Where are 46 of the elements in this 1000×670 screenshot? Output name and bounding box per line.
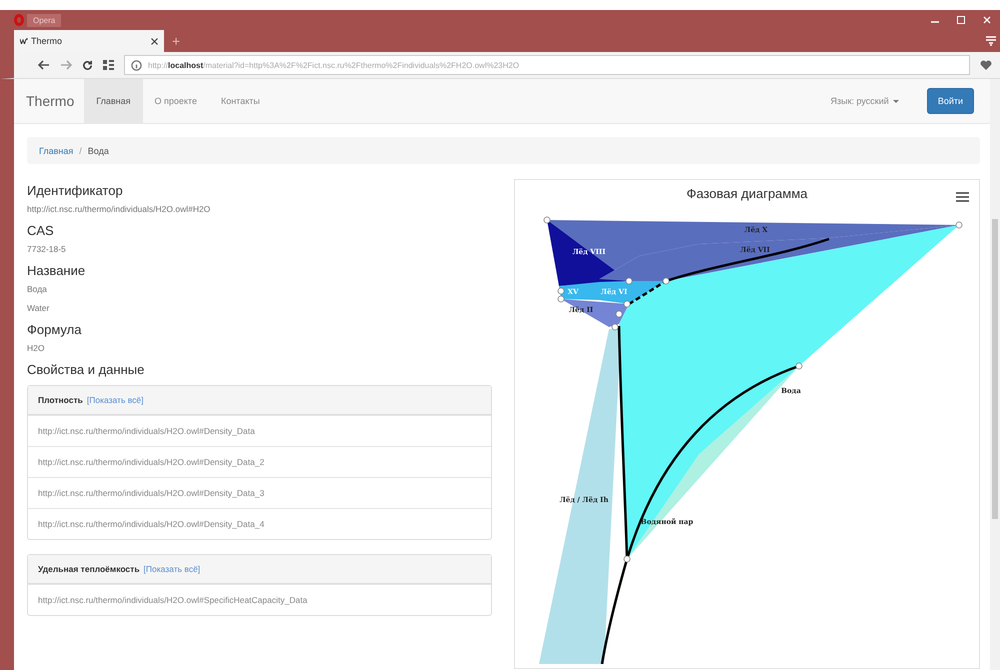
brand-link[interactable]: Thermo <box>26 93 74 109</box>
field-heading: Название <box>27 263 86 278</box>
opera-logo-icon <box>14 14 24 26</box>
scrollbar[interactable] <box>990 79 1000 670</box>
new-tab-button[interactable]: + <box>172 33 180 49</box>
app-label[interactable]: Opera <box>27 14 62 26</box>
browser-tab[interactable]: Thermo <box>14 30 164 52</box>
breadcrumb-link[interactable]: Главная <box>39 146 74 156</box>
section-heading: Свойства и данные <box>27 362 146 377</box>
caret-icon <box>892 100 899 102</box>
data-link[interactable]: http://ict.nsc.ru/thermo/individuals/H2O.owl#SpecificHeatCapacity_Data <box>28 584 491 615</box>
breadcrumb-separator: / <box>79 146 82 156</box>
panel-title: Плотность <box>38 395 83 405</box>
nav-link[interactable]: Главная <box>84 79 142 123</box>
back-icon[interactable] <box>38 60 50 70</box>
field-value: Вода <box>27 284 48 294</box>
login-button[interactable]: Войти <box>926 88 974 114</box>
tab-title: Thermo <box>31 36 62 46</box>
field-heading: CAS <box>27 223 55 238</box>
show-all-link[interactable]: [Показать всё] <box>144 564 200 574</box>
address-bar[interactable]: http://localhost/material?id=http%3A%2F%2Fict.nsc.ru%2Fthermo%2Findividuals%2FH2O.owl%23H2O <box>124 55 970 75</box>
field-value: Water <box>27 303 50 313</box>
field-heading: Формула <box>27 322 82 337</box>
field-value: http://ict.nsc.ru/thermo/individuals/H2O.owl#H2O <box>27 204 212 214</box>
show-all-link[interactable]: [Показать всё] <box>86 395 144 405</box>
speed-dial-icon[interactable] <box>103 60 114 70</box>
heart-icon[interactable] <box>980 60 992 70</box>
nav-link[interactable]: Контакты <box>208 79 272 123</box>
language-dropdown[interactable]: Язык: русский <box>830 96 899 106</box>
data-link[interactable]: http://ict.nsc.ru/thermo/individuals/H2O.owl#Density_Data_4 <box>28 508 491 539</box>
field-value: 7732-18-5 <box>27 244 67 254</box>
nav-link[interactable]: О проекте <box>142 79 209 123</box>
info-icon <box>131 60 142 70</box>
data-link[interactable]: http://ict.nsc.ru/thermo/individuals/H2O.owl#Density_Data_3 <box>28 477 491 508</box>
menu-icon[interactable] <box>956 192 969 202</box>
maximize-icon[interactable] <box>957 16 965 24</box>
field-heading: Идентификатор <box>27 183 124 198</box>
breadcrumb-current: Вода <box>88 146 109 156</box>
close-icon[interactable] <box>151 38 158 44</box>
field-value: H2O <box>27 343 46 353</box>
chart-title: Фазовая диаграмма <box>685 186 809 201</box>
data-link[interactable]: http://ict.nsc.ru/thermo/individuals/H2O.owl#Density_Data_2 <box>28 446 491 477</box>
data-link[interactable]: http://ict.nsc.ru/thermo/individuals/H2O.owl#Density_Data <box>28 415 491 446</box>
reload-icon[interactable] <box>82 60 93 70</box>
favicon-icon <box>20 38 28 44</box>
panel-title: Удельная теплоёмкость <box>38 564 140 574</box>
